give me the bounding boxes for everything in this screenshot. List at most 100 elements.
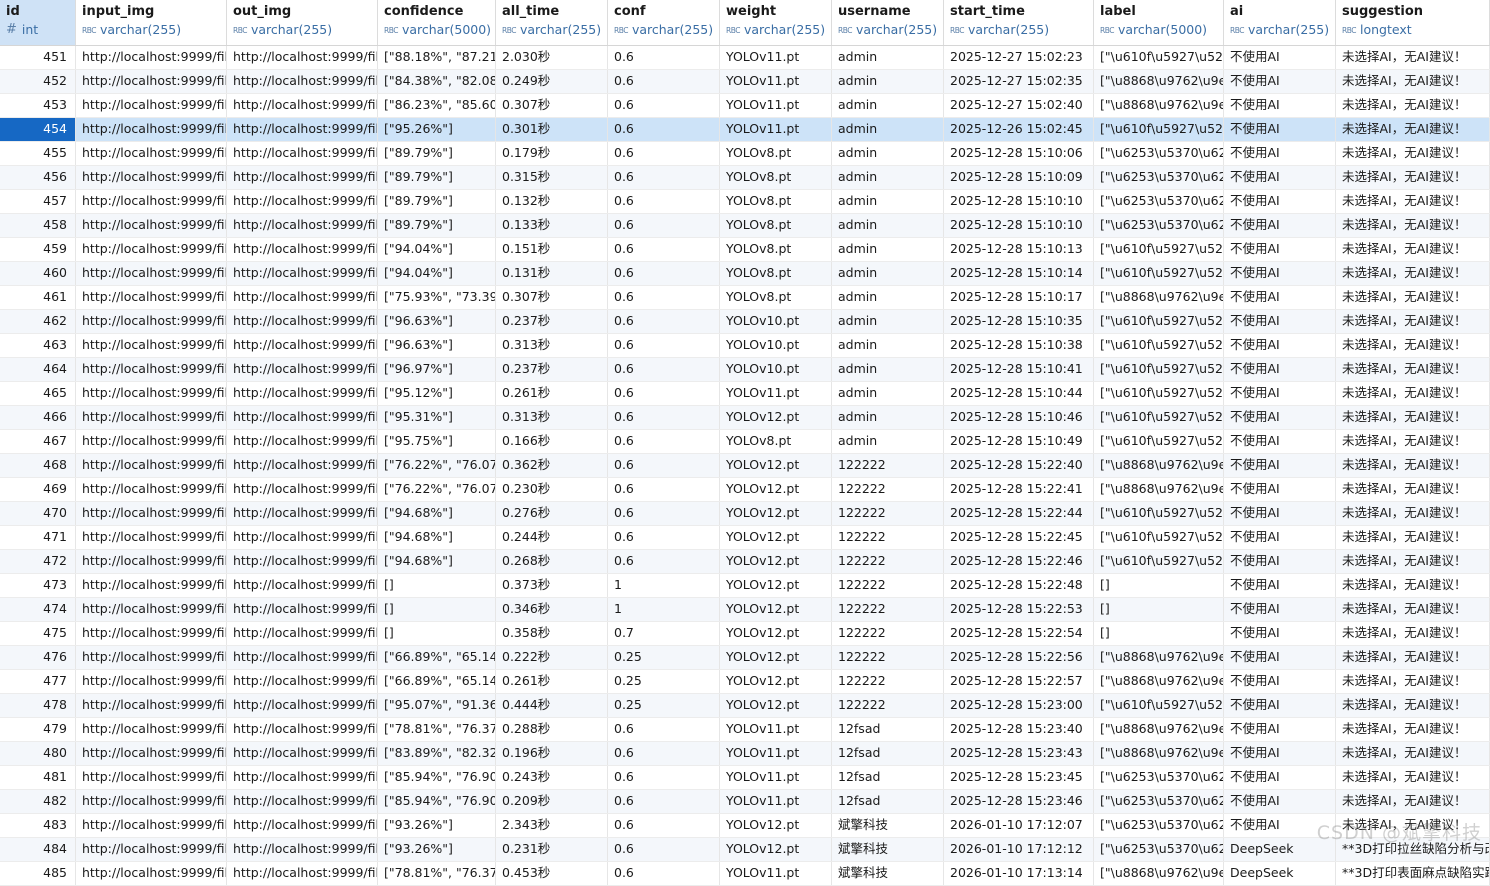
cell-username[interactable]: admin	[832, 262, 944, 285]
cell-input-img[interactable]: http://localhost:9999/file	[76, 574, 227, 597]
cell-username[interactable]: admin	[832, 286, 944, 309]
cell-weight[interactable]: YOLOv11.pt	[720, 790, 832, 813]
cell-ai[interactable]: 不使用AI	[1224, 142, 1336, 165]
cell-input-img[interactable]: http://localhost:9999/file	[76, 718, 227, 741]
cell-suggestion[interactable]: 未选择AI，无AI建议！	[1336, 766, 1490, 789]
cell-start-time[interactable]: 2025-12-28 15:23:46	[944, 790, 1094, 813]
cell-id[interactable]: 456	[0, 166, 76, 189]
cell-label[interactable]: []	[1094, 598, 1224, 621]
cell-conf[interactable]: 0.6	[608, 814, 720, 837]
cell-label[interactable]: ["\u610f\u5927\u522	[1094, 334, 1224, 357]
cell-conf[interactable]: 0.6	[608, 70, 720, 93]
cell-input-img[interactable]: http://localhost:9999/file	[76, 478, 227, 501]
table-row[interactable]: 473 http://localhost:9999/file http://loca…	[0, 574, 1490, 598]
cell-conf[interactable]: 0.6	[608, 334, 720, 357]
column-header-weight[interactable]: weight RBC varchar(255)	[720, 0, 832, 45]
cell-out-img[interactable]: http://localhost:9999/file	[227, 694, 378, 717]
cell-weight[interactable]: YOLOv11.pt	[720, 766, 832, 789]
cell-label[interactable]: ["\u6253\u5370\u62c	[1094, 142, 1224, 165]
column-header-all-time[interactable]: all_time RBC varchar(255)	[496, 0, 608, 45]
cell-input-img[interactable]: http://localhost:9999/file	[76, 286, 227, 309]
cell-label[interactable]: ["\u6253\u5370\u62c	[1094, 166, 1224, 189]
table-row[interactable]: 460 http://localhost:9999/file http://loca…	[0, 262, 1490, 286]
table-row[interactable]: 471 http://localhost:9999/file http://loca…	[0, 526, 1490, 550]
cell-start-time[interactable]: 2025-12-28 15:23:45	[944, 766, 1094, 789]
cell-all-time[interactable]: 0.131秒	[496, 262, 608, 285]
cell-out-img[interactable]: http://localhost:9999/file	[227, 190, 378, 213]
cell-all-time[interactable]: 0.166秒	[496, 430, 608, 453]
cell-ai[interactable]: 不使用AI	[1224, 766, 1336, 789]
cell-out-img[interactable]: http://localhost:9999/file	[227, 286, 378, 309]
table-row[interactable]: 476 http://localhost:9999/file http://loca…	[0, 646, 1490, 670]
column-header-suggestion[interactable]: suggestion RBC longtext	[1336, 0, 1490, 45]
cell-username[interactable]: 122222	[832, 694, 944, 717]
cell-label[interactable]: ["\u610f\u5927\u522	[1094, 430, 1224, 453]
cell-username[interactable]: 122222	[832, 454, 944, 477]
cell-label[interactable]: ["\u8868\u9762\u9el	[1094, 742, 1224, 765]
cell-input-img[interactable]: http://localhost:9999/file	[76, 766, 227, 789]
cell-label[interactable]: ["\u610f\u5927\u522	[1094, 238, 1224, 261]
cell-ai[interactable]: 不使用AI	[1224, 598, 1336, 621]
cell-ai[interactable]: 不使用AI	[1224, 46, 1336, 69]
cell-ai[interactable]: 不使用AI	[1224, 94, 1336, 117]
cell-weight[interactable]: YOLOv11.pt	[720, 46, 832, 69]
cell-weight[interactable]: YOLOv12.pt	[720, 454, 832, 477]
cell-conf[interactable]: 0.6	[608, 358, 720, 381]
cell-conf[interactable]: 0.6	[608, 94, 720, 117]
table-row[interactable]: 480 http://localhost:9999/file http://loca…	[0, 742, 1490, 766]
cell-suggestion[interactable]: 未选择AI，无AI建议！	[1336, 166, 1490, 189]
table-row[interactable]: 483 http://localhost:9999/file http://loca…	[0, 814, 1490, 838]
cell-weight[interactable]: YOLOv10.pt	[720, 334, 832, 357]
cell-start-time[interactable]: 2025-12-28 15:10:10	[944, 190, 1094, 213]
cell-id[interactable]: 472	[0, 550, 76, 573]
cell-conf[interactable]: 0.6	[608, 142, 720, 165]
cell-all-time[interactable]: 0.244秒	[496, 526, 608, 549]
cell-conf[interactable]: 0.6	[608, 118, 720, 141]
column-header-input-img[interactable]: input_img RBC varchar(255)	[76, 0, 227, 45]
cell-start-time[interactable]: 2025-12-28 15:22:40	[944, 454, 1094, 477]
cell-conf[interactable]: 0.6	[608, 190, 720, 213]
cell-confidence[interactable]: ["95.31%"]	[378, 406, 496, 429]
cell-start-time[interactable]: 2025-12-28 15:10:44	[944, 382, 1094, 405]
cell-input-img[interactable]: http://localhost:9999/file	[76, 46, 227, 69]
cell-suggestion[interactable]: 未选择AI，无AI建议！	[1336, 790, 1490, 813]
table-row[interactable]: 470 http://localhost:9999/file http://loca…	[0, 502, 1490, 526]
cell-ai[interactable]: 不使用AI	[1224, 790, 1336, 813]
cell-ai[interactable]: 不使用AI	[1224, 694, 1336, 717]
cell-confidence[interactable]: ["88.18%", "87.21%	[378, 46, 496, 69]
cell-out-img[interactable]: http://localhost:9999/file	[227, 46, 378, 69]
cell-all-time[interactable]: 0.307秒	[496, 94, 608, 117]
cell-ai[interactable]: 不使用AI	[1224, 550, 1336, 573]
cell-suggestion[interactable]: 未选择AI，无AI建议！	[1336, 214, 1490, 237]
cell-confidence[interactable]: ["89.79%"]	[378, 142, 496, 165]
cell-label[interactable]: ["\u610f\u5927\u522	[1094, 382, 1224, 405]
cell-suggestion[interactable]: **3D打印表面麻点缺陷实践	[1336, 862, 1490, 885]
table-row[interactable]: 478 http://localhost:9999/file http://loca…	[0, 694, 1490, 718]
cell-suggestion[interactable]: 未选择AI，无AI建议！	[1336, 574, 1490, 597]
cell-label[interactable]: []	[1094, 622, 1224, 645]
cell-all-time[interactable]: 2.030秒	[496, 46, 608, 69]
cell-suggestion[interactable]: 未选择AI，无AI建议！	[1336, 382, 1490, 405]
cell-out-img[interactable]: http://localhost:9999/file	[227, 334, 378, 357]
table-row[interactable]: 482 http://localhost:9999/file http://loca…	[0, 790, 1490, 814]
cell-confidence[interactable]: ["94.04%"]	[378, 262, 496, 285]
table-row[interactable]: 485 http://localhost:9999/file http://loca…	[0, 862, 1490, 886]
cell-all-time[interactable]: 0.268秒	[496, 550, 608, 573]
cell-out-img[interactable]: http://localhost:9999/file	[227, 862, 378, 885]
cell-username[interactable]: 斌擎科技	[832, 838, 944, 861]
cell-out-img[interactable]: http://localhost:9999/file	[227, 430, 378, 453]
cell-id[interactable]: 455	[0, 142, 76, 165]
cell-out-img[interactable]: http://localhost:9999/file	[227, 622, 378, 645]
cell-confidence[interactable]: ["75.93%", "73.39%	[378, 286, 496, 309]
cell-all-time[interactable]: 0.237秒	[496, 358, 608, 381]
cell-username[interactable]: 12fsad	[832, 718, 944, 741]
cell-id[interactable]: 468	[0, 454, 76, 477]
cell-id[interactable]: 479	[0, 718, 76, 741]
table-row[interactable]: 468 http://localhost:9999/file http://loca…	[0, 454, 1490, 478]
cell-input-img[interactable]: http://localhost:9999/file	[76, 814, 227, 837]
cell-out-img[interactable]: http://localhost:9999/file	[227, 382, 378, 405]
cell-input-img[interactable]: http://localhost:9999/file	[76, 502, 227, 525]
cell-id[interactable]: 467	[0, 430, 76, 453]
cell-confidence[interactable]: ["78.81%", "76.37%	[378, 862, 496, 885]
cell-start-time[interactable]: 2025-12-28 15:23:40	[944, 718, 1094, 741]
